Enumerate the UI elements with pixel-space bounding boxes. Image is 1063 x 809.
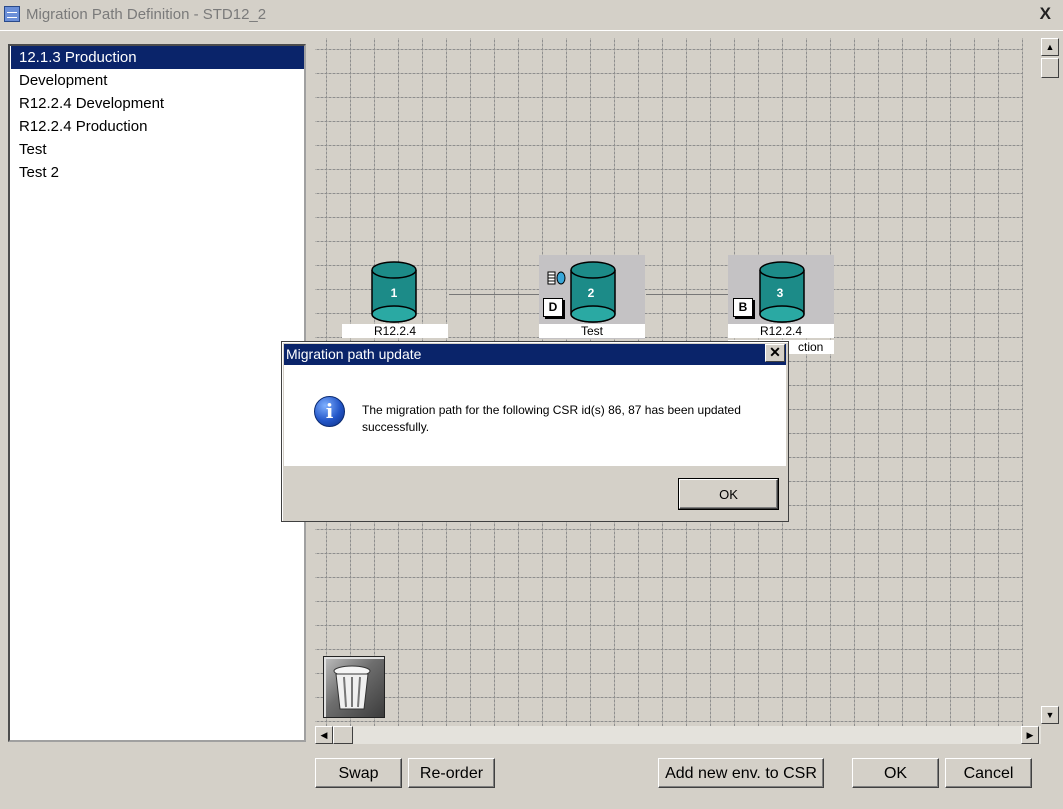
horizontal-scrollbar[interactable]: ◀ ▶	[315, 726, 1041, 744]
path-connector-2-3	[646, 294, 729, 295]
vertical-scrollbar[interactable]: ▲ ▼	[1041, 38, 1061, 726]
trash-icon	[333, 665, 371, 710]
node-label: R12.2.4	[342, 324, 448, 338]
dialog-body: i The migration path for the following C…	[284, 365, 786, 466]
add-new-env-button[interactable]: Add new env. to CSR	[658, 758, 824, 788]
scroll-right-button[interactable]: ▶	[1021, 726, 1039, 744]
info-icon: i	[314, 396, 345, 427]
node-label: Test	[539, 324, 645, 338]
environment-list[interactable]: 12.1.3 Production Development R12.2.4 De…	[8, 44, 306, 742]
env-item-test-2[interactable]: Test 2	[11, 161, 304, 184]
path-connector-1-2	[449, 294, 539, 295]
dialog-close-button[interactable]: ✕	[765, 344, 785, 362]
reorder-button[interactable]: Re-order	[408, 758, 495, 788]
env-item-12-1-3-production[interactable]: 12.1.3 Production	[11, 46, 304, 69]
node-badge-b: B	[733, 298, 753, 317]
scroll-left-button[interactable]: ◀	[315, 726, 333, 744]
gear-server-icon	[547, 271, 566, 285]
window-titlebar: Migration Path Definition - STD12_2 X	[0, 0, 1063, 31]
node-number: 3	[776, 286, 784, 300]
scroll-up-button[interactable]: ▲	[1041, 38, 1059, 56]
path-node-2[interactable]: 2 D Test	[539, 256, 647, 346]
node-badge-d: D	[543, 298, 563, 317]
dialog-ok-button[interactable]: OK	[678, 478, 779, 510]
dialog-message: The migration path for the following CSR…	[362, 403, 741, 434]
env-item-r12-2-4-production[interactable]: R12.2.4 Production	[11, 115, 304, 138]
app-icon	[4, 6, 20, 22]
swap-button[interactable]: Swap	[315, 758, 402, 788]
cancel-button[interactable]: Cancel	[945, 758, 1032, 788]
node-number: 2	[587, 286, 595, 300]
dialog-title: Migration path update	[286, 346, 422, 362]
migration-update-dialog[interactable]: Migration path update ✕ i The migration …	[281, 341, 789, 522]
vertical-scroll-thumb[interactable]	[1041, 58, 1059, 78]
node-label: R12.2.4	[728, 324, 834, 338]
dialog-titlebar: Migration path update	[284, 344, 786, 365]
path-node-1[interactable]: 1 R12.2.4	[340, 256, 448, 346]
horizontal-scroll-thumb[interactable]	[333, 726, 353, 744]
scroll-down-button[interactable]: ▼	[1041, 706, 1059, 724]
trash-bin[interactable]	[323, 656, 385, 718]
env-item-test[interactable]: Test	[11, 138, 304, 161]
node-number: 1	[390, 286, 398, 300]
window-close-button[interactable]: X	[1040, 4, 1051, 24]
ok-button[interactable]: OK	[852, 758, 939, 788]
env-item-r12-2-4-development[interactable]: R12.2.4 Development	[11, 92, 304, 115]
env-item-development[interactable]: Development	[11, 69, 304, 92]
window-title: Migration Path Definition - STD12_2	[26, 6, 267, 23]
